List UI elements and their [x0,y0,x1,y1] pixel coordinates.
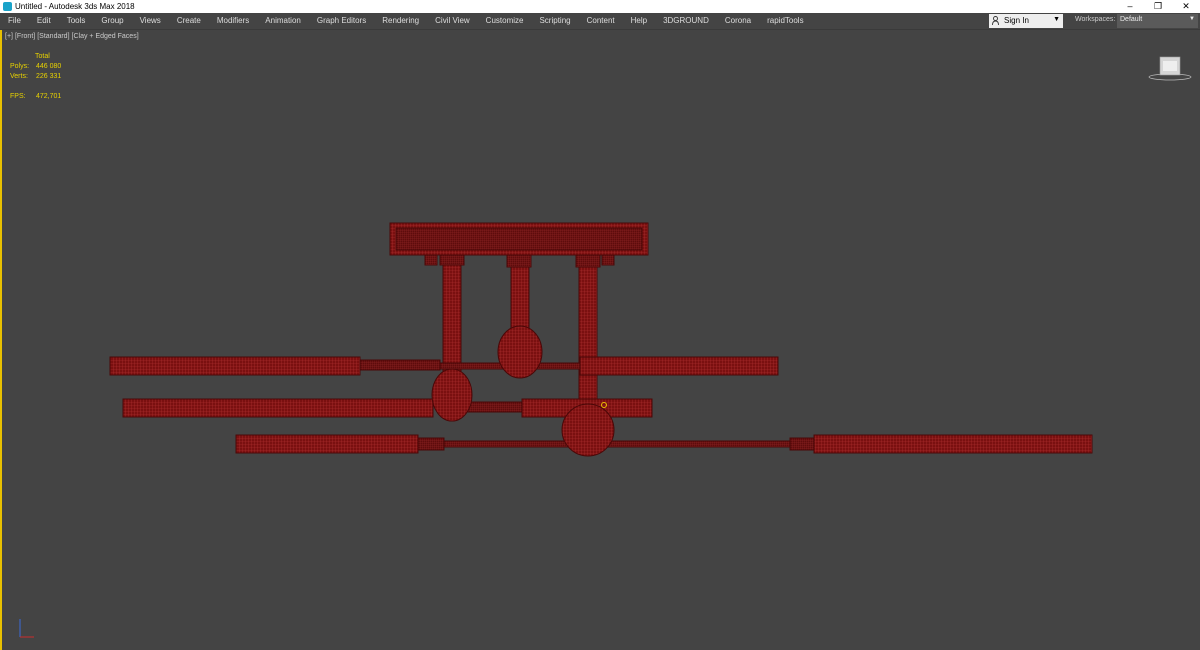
sign-in-label: Sign In [1004,16,1029,25]
vertical-rod [578,266,598,408]
user-icon [992,16,999,25]
mount-knob [439,254,465,266]
upper-right-bar [579,356,779,376]
upper-disc [497,325,543,379]
lower-right-connector [789,437,815,451]
sign-in-dropdown[interactable]: Sign In ▼ [989,14,1063,28]
lower-left-bar [235,434,419,454]
workspaces-value: Default [1120,16,1143,23]
lower-left-connector [417,437,445,451]
mount-knob [506,254,532,268]
menu-3dground[interactable]: 3DGROUND [655,13,717,29]
menu-group[interactable]: Group [93,13,131,29]
front-viewport[interactable]: [+] [Front] [Standard] [Clay + Edged Fac… [0,30,1198,650]
menu-rapidtools[interactable]: rapidTools [759,13,811,29]
axis-tripod-icon [19,619,34,638]
menu-civil-view[interactable]: Civil View [427,13,478,29]
menu-help[interactable]: Help [623,13,655,29]
menu-animation[interactable]: Animation [257,13,309,29]
front-disc [561,403,615,457]
menu-file[interactable]: File [0,13,29,29]
scene-model[interactable] [2,30,1198,650]
chevron-down-icon: ▼ [1189,16,1195,22]
menu-bar: File Edit Tools Group Views Create Modif… [0,13,1200,30]
workspaces-label: Workspaces: [1075,16,1116,23]
window-title: Untitled - Autodesk 3ds Max 2018 [15,2,135,11]
menu-customize[interactable]: Customize [478,13,532,29]
middle-disc [431,368,473,422]
mount-knob [601,254,615,266]
menu-content[interactable]: Content [579,13,623,29]
menu-create[interactable]: Create [169,13,209,29]
menu-graph-editors[interactable]: Graph Editors [309,13,374,29]
lower-right-bar [813,434,1093,454]
workspaces-select[interactable]: Default ▼ [1117,14,1198,28]
app-logo-icon [3,2,12,11]
vertical-rod [510,266,530,334]
restore-button[interactable]: ❐ [1145,0,1171,13]
lower-crossbar [443,440,791,448]
menu-modifiers[interactable]: Modifiers [209,13,257,29]
middle-left-bar [122,398,434,418]
main-menu: File Edit Tools Group Views Create Modif… [0,13,812,29]
menu-tools[interactable]: Tools [59,13,94,29]
menu-edit[interactable]: Edit [29,13,59,29]
menu-corona[interactable]: Corona [717,13,759,29]
chevron-down-icon: ▼ [1053,16,1060,23]
close-button[interactable]: ✕ [1173,0,1199,13]
mount-knob [424,254,438,266]
menu-rendering[interactable]: Rendering [374,13,427,29]
title-bar: Untitled - Autodesk 3ds Max 2018 – ❐ ✕ [0,0,1200,13]
upper-left-bar [109,356,361,376]
mount-knob [575,254,601,268]
canopy-face [395,227,643,251]
minimize-button[interactable]: – [1117,0,1143,13]
menu-views[interactable]: Views [132,13,169,29]
menu-scripting[interactable]: Scripting [531,13,578,29]
upper-left-connector [359,359,441,371]
